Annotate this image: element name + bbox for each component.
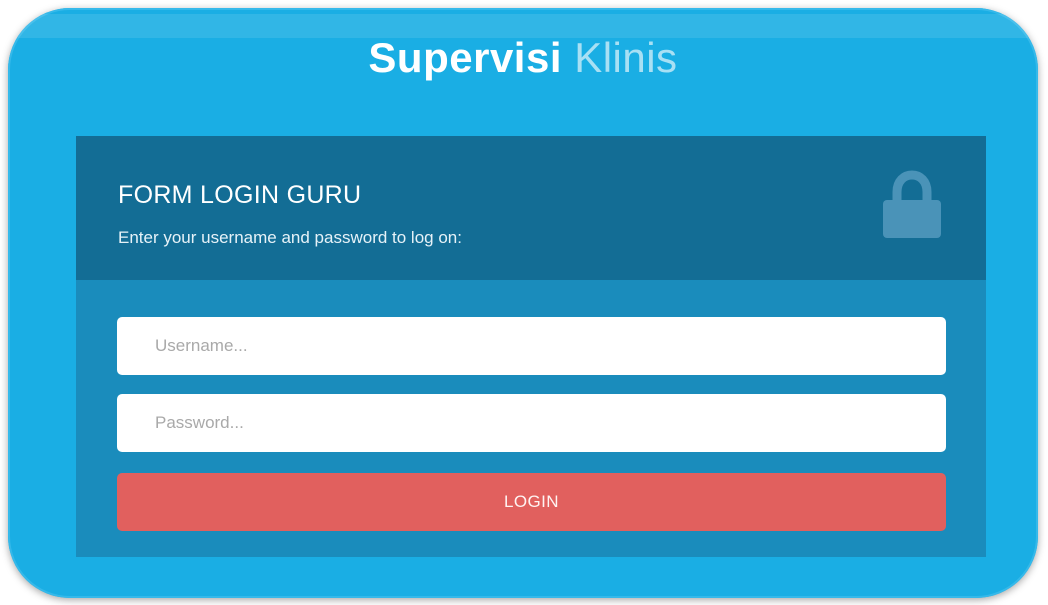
username-field[interactable] — [117, 317, 946, 375]
login-panel-body: LOGIN — [76, 280, 986, 557]
password-field[interactable] — [117, 394, 946, 452]
lock-icon — [883, 170, 941, 238]
login-button[interactable]: LOGIN — [117, 473, 946, 531]
login-panel-header: FORM LOGIN GURU Enter your username and … — [76, 136, 986, 280]
form-title: FORM LOGIN GURU — [118, 181, 362, 209]
app-title: Supervisi Klinis — [8, 34, 1038, 82]
form-subtitle: Enter your username and password to log … — [118, 228, 462, 247]
app-frame: Supervisi Klinis FORM LOGIN GURU Enter y… — [8, 8, 1038, 598]
app-title-strong: Supervisi — [368, 34, 563, 81]
app-title-light: Klinis — [574, 34, 678, 81]
login-panel: FORM LOGIN GURU Enter your username and … — [76, 136, 986, 557]
